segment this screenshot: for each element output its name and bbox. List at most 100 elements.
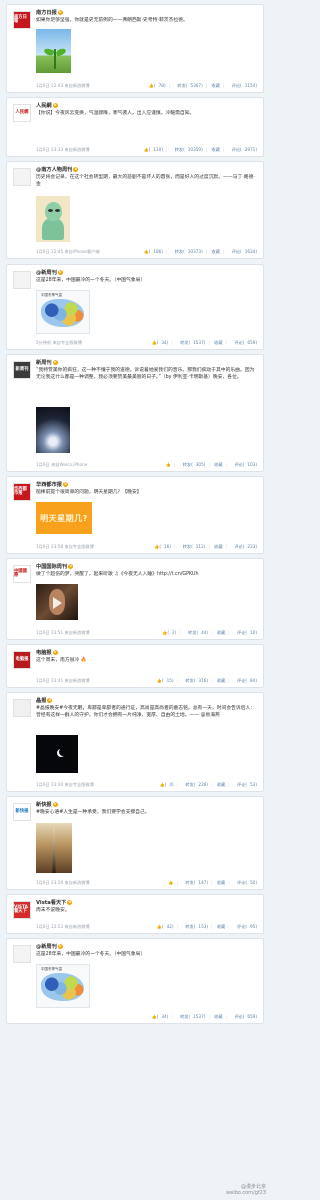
favorite-button[interactable]: 收藏 [212,249,220,254]
like-button[interactable]: 👍(34) [151,1014,168,1019]
post-author[interactable]: 中国国际周刊 V [36,564,257,571]
favorite-button[interactable]: 收藏 [212,147,220,152]
post-time[interactable]: 1月6日 23:29 [36,880,63,885]
comment-button[interactable]: 评论(659) [231,340,257,345]
post-time[interactable]: 1月6日 23:30 [36,782,63,787]
comment-button[interactable]: 评论(50) [234,880,257,885]
avatar[interactable]: 中國國際 [13,565,31,583]
favorite-button[interactable]: 收藏 [214,340,222,345]
post-image[interactable]: 明天星期几? [36,502,92,534]
post-author[interactable]: @新周刊 V [36,270,257,277]
verified-icon: V [52,103,58,108]
comment-button[interactable]: 评论(1154) [229,83,257,88]
verified-icon: V [57,944,63,949]
repost-button[interactable]: 转发(1537) [177,1014,205,1019]
post-author[interactable]: 南方日报 V [36,10,257,17]
repost-button[interactable]: 转发(44) [185,630,208,635]
post-time[interactable]: 1月6日 [36,462,50,467]
post-time[interactable]: 1月6日 23:51 [36,630,63,635]
post-author[interactable]: 新周刊 V [36,360,257,367]
post-image[interactable]: 中国冬季气温 [36,290,90,334]
post-image[interactable] [36,196,70,242]
like-button[interactable]: 👍 [166,462,171,467]
post-author[interactable]: 晶报 V [36,698,257,705]
repost-button[interactable]: 转发(10359) [172,147,203,152]
avatar[interactable]: 人民網 [13,104,31,122]
repost-button[interactable]: 转发(1537) [177,340,205,345]
repost-button[interactable]: 转发(147) [182,880,208,885]
comment-button[interactable]: 评论(53) [234,782,257,787]
post-source: 来自新浪微博 [64,630,90,635]
like-button[interactable]: 👍(4) [159,782,173,787]
like-button[interactable]: 👍(42) [157,924,174,929]
post-author[interactable]: 人民網 V [36,103,257,110]
comment-button[interactable]: 评论(2971) [229,147,257,152]
video-thumbnail[interactable] [36,584,78,620]
repost-button[interactable]: 转发(112) [180,544,206,549]
like-button[interactable]: 👍(34) [151,340,168,345]
like-button[interactable]: 👍(186) [143,249,163,254]
favorite-button[interactable]: 收藏 [217,630,225,635]
avatar[interactable]: 新快报 [13,803,31,821]
avatar[interactable]: VISTA 看天下 [13,901,31,919]
repost-button[interactable]: 转发(10373) [172,249,203,254]
repost-button[interactable]: 转发(305) [180,462,206,467]
repost-button[interactable]: 转发(316) [182,678,208,683]
post-card: 南方日報 南方日报 V 如果你足够坚强，你就是史无前例的——弗朗西斯·史考特·菲茨… [6,4,264,93]
avatar[interactable] [13,699,31,717]
comment-button[interactable]: 评论(659) [231,1014,257,1019]
avatar[interactable]: 新周刊 [13,361,31,379]
comment-button[interactable]: 评论(84) [234,678,257,683]
favorite-button[interactable]: 收藏 [214,544,222,549]
comment-button[interactable]: 评论(95) [234,924,257,929]
avatar[interactable] [13,168,31,186]
post-footer: 1月6日 23:29 来自新浪微博 👍 | 转发(147) | 收藏 | 评论(50) [36,880,257,885]
favorite-button[interactable]: 收藏 [217,924,225,929]
avatar[interactable] [13,945,31,963]
post-author[interactable]: 电脑报 V [36,650,257,657]
like-button[interactable]: 👍(78) [149,83,166,88]
repost-button[interactable]: 转发(5367) [174,83,202,88]
like-button[interactable]: 👍(16) [154,544,171,549]
post-author[interactable]: Vista看天下 V [36,900,257,907]
comment-button[interactable]: 评论(103) [231,462,257,467]
post-author[interactable]: @新周刊 V [36,944,257,951]
post-image[interactable] [36,29,71,73]
post-author[interactable]: @南方人物周刊 V [36,167,257,174]
favorite-button[interactable]: 收藏 [214,1014,222,1019]
post-text: 这是28年来，中国最冷的一个冬天。（中国气象局） [36,952,146,957]
like-button[interactable]: 👍(110) [143,147,163,152]
like-button[interactable]: 👍 [168,880,173,885]
post-image[interactable]: 中国冬季气温 [36,964,90,1008]
like-button[interactable]: 👍(15) [157,678,174,683]
post-time[interactable]: 1月6日 22:43 [36,83,63,88]
avatar[interactable] [13,271,31,289]
comment-button[interactable]: 评论(10) [234,630,257,635]
avatar[interactable]: 华西都市报 [13,483,31,501]
favorite-button[interactable]: 收藏 [212,83,220,88]
post-author[interactable]: 新快报 V [36,802,257,809]
avatar[interactable]: 电脑报 [13,651,31,669]
post-time[interactable]: 1月6日 22:45 [36,249,63,254]
post-image[interactable] [36,735,78,773]
post-time[interactable]: 1月6日 22:53 [36,924,63,929]
repost-button[interactable]: 转发(153) [182,924,208,929]
post-image[interactable] [36,823,72,873]
avatar-label: 中國國際 [14,568,27,578]
favorite-button[interactable]: 收藏 [214,462,222,467]
post-author[interactable]: 华西都市报 V [36,482,257,489]
repost-button[interactable]: 转发(228) [182,782,208,787]
post-time[interactable]: 1月6日 23:33 [36,147,63,152]
avatar[interactable]: 南方日報 [13,11,31,29]
post-time[interactable]: 5分钟前 [36,340,51,345]
comment-button[interactable]: 评论(1634) [229,249,257,254]
favorite-button[interactable]: 收藏 [217,678,225,683]
post-time[interactable]: 1月6日 23:41 [36,678,63,683]
favorite-button[interactable]: 收藏 [217,782,225,787]
post-image[interactable] [36,407,70,453]
comment-button[interactable]: 评论(233) [231,544,257,549]
post-footer: 1月6日 22:43 来自新浪微博 👍(78) | 转发(5367) | 收藏 | 评… [36,83,257,88]
favorite-button[interactable]: 收藏 [217,880,225,885]
post-time[interactable]: 1月6日 23:58 [36,544,63,549]
like-button[interactable]: 👍(2) [162,630,176,635]
